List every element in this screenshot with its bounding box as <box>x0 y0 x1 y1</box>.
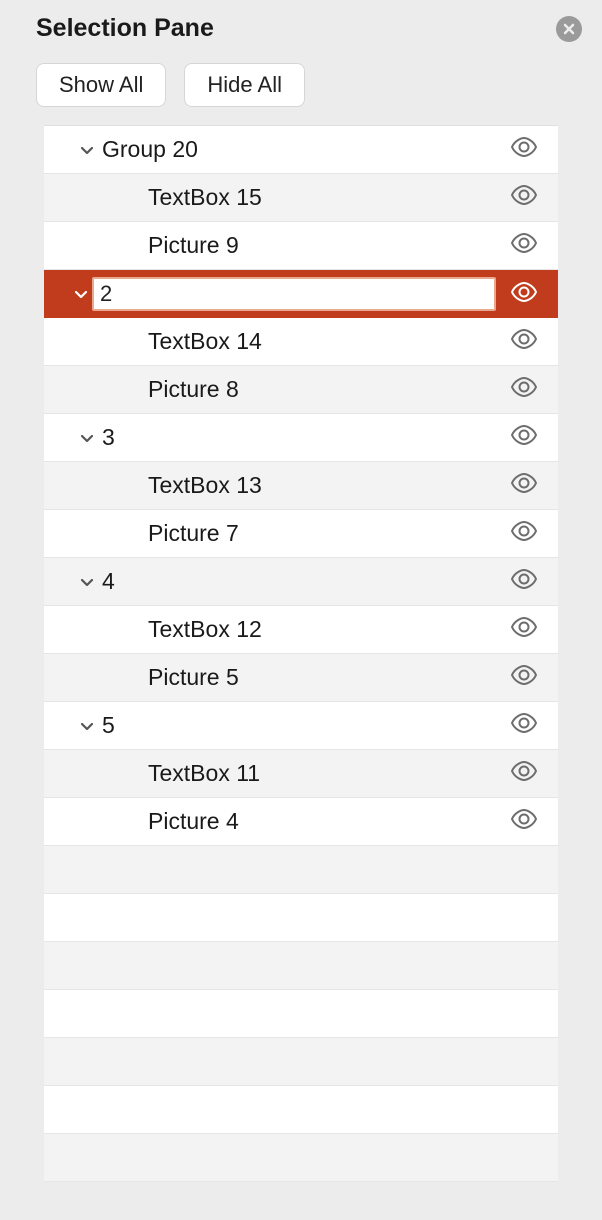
empty-row <box>44 1134 558 1182</box>
selection-pane: Selection Pane Show All Hide All Group 2… <box>0 0 602 1220</box>
eye-icon <box>510 233 538 258</box>
eye-icon <box>510 329 538 354</box>
eye-icon <box>510 521 538 546</box>
item-label: TextBox 11 <box>148 760 508 787</box>
eye-icon <box>510 137 538 162</box>
close-button[interactable] <box>556 16 582 42</box>
visibility-toggle[interactable] <box>508 134 540 166</box>
eye-icon <box>510 713 538 738</box>
list-item[interactable]: Picture 8 <box>44 366 558 414</box>
item-label: Picture 7 <box>148 520 508 547</box>
pane-header: Selection Pane <box>0 0 602 55</box>
empty-row <box>44 942 558 990</box>
item-label: TextBox 13 <box>148 472 508 499</box>
group-header[interactable]: Group 20 <box>44 126 558 174</box>
list-item[interactable]: Picture 7 <box>44 510 558 558</box>
visibility-toggle[interactable] <box>508 278 540 310</box>
visibility-toggle[interactable] <box>508 758 540 790</box>
group-header-selected[interactable] <box>44 270 558 318</box>
show-all-button[interactable]: Show All <box>36 63 166 107</box>
visibility-toggle[interactable] <box>508 566 540 598</box>
list-item[interactable]: Picture 5 <box>44 654 558 702</box>
group-header[interactable]: 3 <box>44 414 558 462</box>
chevron-down-icon[interactable] <box>76 571 98 593</box>
visibility-toggle[interactable] <box>508 470 540 502</box>
visibility-toggle[interactable] <box>508 662 540 694</box>
hide-all-button[interactable]: Hide All <box>184 63 305 107</box>
chevron-down-icon[interactable] <box>76 715 98 737</box>
item-label: Picture 9 <box>148 232 508 259</box>
eye-icon <box>510 377 538 402</box>
visibility-toggle[interactable] <box>508 182 540 214</box>
visibility-toggle[interactable] <box>508 230 540 262</box>
group-label: 4 <box>98 568 508 595</box>
pane-title: Selection Pane <box>36 14 214 43</box>
item-label: Picture 8 <box>148 376 508 403</box>
visibility-toggle[interactable] <box>508 806 540 838</box>
chevron-down-icon[interactable] <box>76 139 98 161</box>
item-label: TextBox 12 <box>148 616 508 643</box>
item-label: TextBox 14 <box>148 328 508 355</box>
visibility-toggle[interactable] <box>508 422 540 454</box>
toolbar: Show All Hide All <box>0 55 602 125</box>
eye-icon <box>510 617 538 642</box>
visibility-toggle[interactable] <box>508 614 540 646</box>
eye-icon <box>510 809 538 834</box>
close-icon <box>563 23 575 35</box>
list-item[interactable]: Picture 4 <box>44 798 558 846</box>
empty-row <box>44 990 558 1038</box>
object-list: Group 20 TextBox 15 Picture 9 TextBox 14 Pic… <box>44 125 558 1182</box>
empty-row <box>44 1038 558 1086</box>
group-label: 3 <box>98 424 508 451</box>
group-label: 5 <box>98 712 508 739</box>
empty-row <box>44 1086 558 1134</box>
item-label: Picture 4 <box>148 808 508 835</box>
item-label: TextBox 15 <box>148 184 508 211</box>
chevron-down-icon[interactable] <box>76 427 98 449</box>
list-item[interactable]: TextBox 13 <box>44 462 558 510</box>
group-header[interactable]: 4 <box>44 558 558 606</box>
eye-icon <box>510 282 538 307</box>
visibility-toggle[interactable] <box>508 326 540 358</box>
eye-icon <box>510 761 538 786</box>
visibility-toggle[interactable] <box>508 518 540 550</box>
group-header[interactable]: 5 <box>44 702 558 750</box>
list-item[interactable]: TextBox 15 <box>44 174 558 222</box>
list-item[interactable]: TextBox 12 <box>44 606 558 654</box>
empty-row <box>44 846 558 894</box>
item-label: Picture 5 <box>148 664 508 691</box>
list-item[interactable]: TextBox 14 <box>44 318 558 366</box>
list-item[interactable]: TextBox 11 <box>44 750 558 798</box>
eye-icon <box>510 425 538 450</box>
empty-row <box>44 894 558 942</box>
eye-icon <box>510 569 538 594</box>
eye-icon <box>510 665 538 690</box>
visibility-toggle[interactable] <box>508 374 540 406</box>
rename-input[interactable] <box>92 277 496 311</box>
eye-icon <box>510 185 538 210</box>
eye-icon <box>510 473 538 498</box>
list-item[interactable]: Picture 9 <box>44 222 558 270</box>
group-label: Group 20 <box>98 136 508 163</box>
visibility-toggle[interactable] <box>508 710 540 742</box>
chevron-down-icon[interactable] <box>70 283 92 305</box>
